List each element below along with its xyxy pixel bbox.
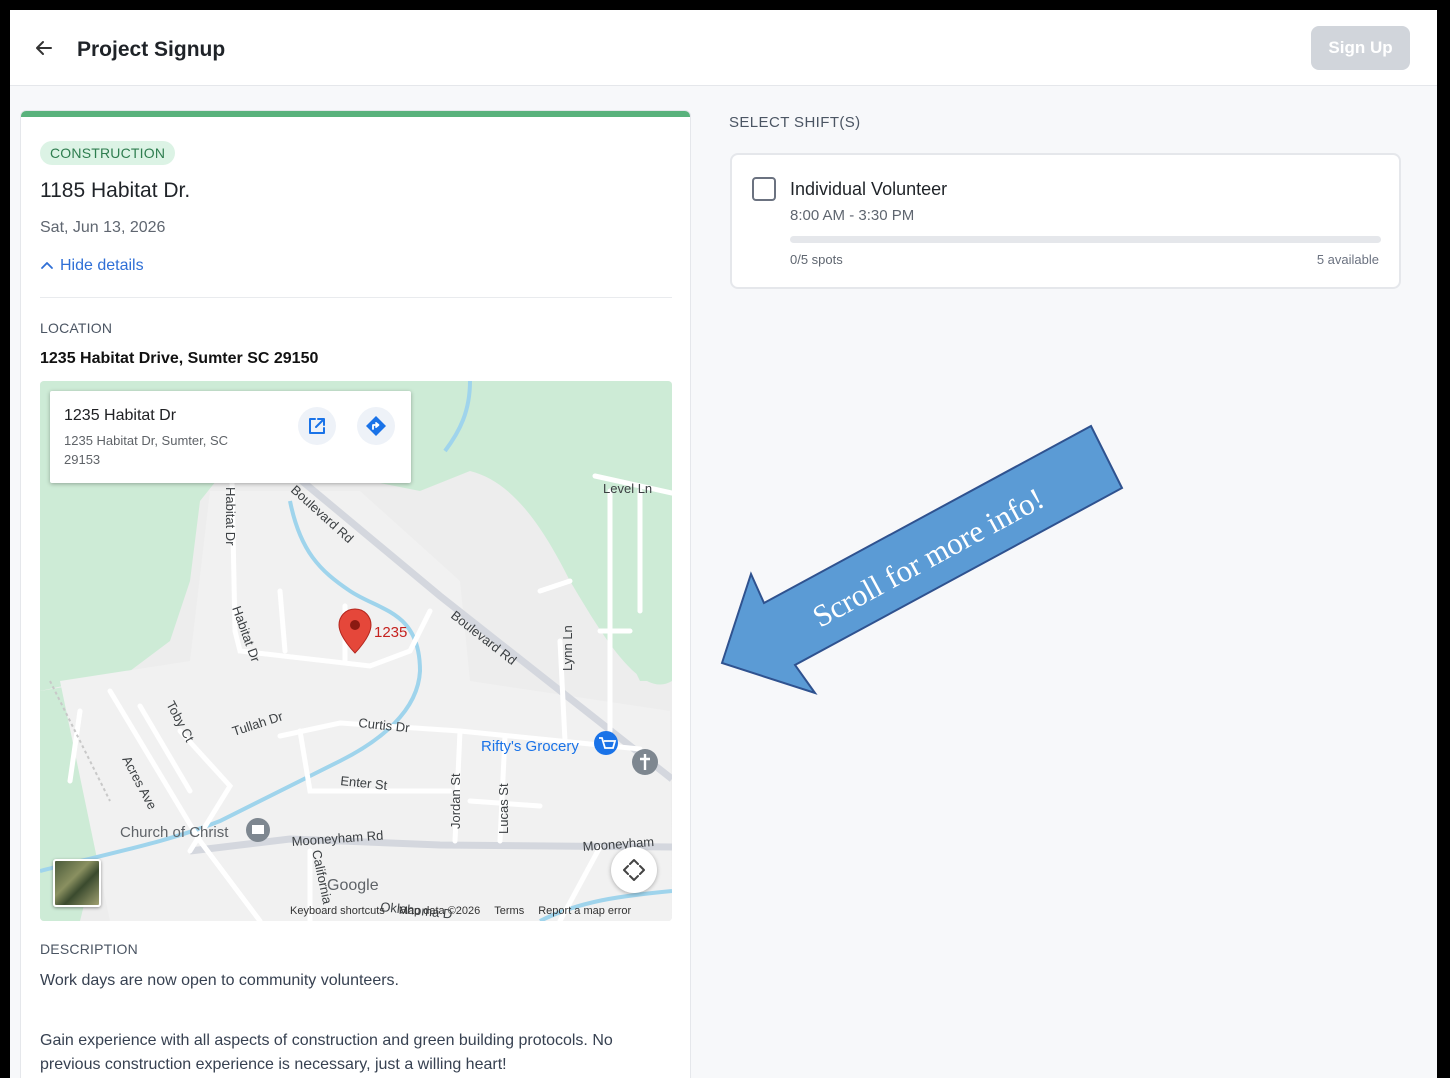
street-label-habitat-1: Habitat Dr	[223, 487, 238, 546]
google-logo: Google	[327, 877, 379, 894]
project-card: CONSTRUCTION 1185 Habitat Dr. Sat, Jun 1…	[20, 110, 691, 1078]
select-shifts-label: SELECT SHIFT(S)	[729, 114, 861, 131]
keyboard-shortcuts-link[interactable]: Keyboard shortcuts	[290, 905, 385, 917]
shift-time: 8:00 AM - 3:30 PM	[790, 207, 915, 224]
category-badge: CONSTRUCTION	[40, 141, 176, 165]
poi-church-label: Church of Christ	[120, 824, 229, 841]
divider	[40, 297, 672, 298]
map-data-text: Map data ©2026	[398, 905, 481, 917]
poi-grocery-label: Rifty's Grocery	[481, 738, 579, 755]
hide-details-link[interactable]: Hide details	[40, 257, 144, 275]
project-date: Sat, Jun 13, 2026	[40, 219, 166, 236]
description-label: DESCRIPTION	[40, 941, 138, 957]
back-button[interactable]	[32, 36, 56, 60]
location-address: 1235 Habitat Drive, Sumter SC 29150	[40, 350, 319, 367]
description-paragraph-1: Work days are now open to community volu…	[40, 972, 399, 989]
location-label: LOCATION	[40, 320, 113, 336]
satellite-toggle[interactable]	[53, 859, 101, 907]
shift-checkbox[interactable]	[752, 177, 776, 201]
shift-available: 5 available	[1316, 252, 1379, 267]
arrow-left-icon	[36, 41, 52, 55]
external-link-icon	[309, 418, 325, 434]
sign-up-button[interactable]: Sign Up	[1311, 26, 1410, 70]
map-attribution: Keyboard shortcuts Map data ©2026 Terms …	[290, 905, 631, 917]
poi-place-of-worship[interactable]	[632, 749, 658, 775]
shift-card[interactable]: Individual Volunteer 8:00 AM - 3:30 PM 0…	[730, 153, 1401, 289]
chevron-up-icon	[41, 262, 53, 269]
shift-name: Individual Volunteer	[790, 179, 948, 199]
street-label-jordan: Jordan St	[448, 773, 463, 829]
page-title: Project Signup	[77, 38, 226, 61]
map-info-popup: 1235 Habitat Dr 1235 Habitat Dr, Sumter,…	[50, 391, 411, 483]
hide-details-label: Hide details	[60, 257, 144, 274]
terms-link[interactable]: Terms	[494, 905, 524, 917]
top-bar: Project Signup Sign Up	[10, 10, 1437, 86]
pan-arrows-icon	[623, 859, 645, 881]
description-paragraph-2: Gain experience with all aspects of cons…	[40, 1032, 613, 1073]
map-camera-control[interactable]	[611, 847, 657, 893]
popup-address: 1235 Habitat Dr, Sumter, SC 29153	[64, 433, 229, 467]
directions-icon	[366, 416, 386, 436]
directions-button[interactable]	[357, 407, 395, 445]
location-map[interactable]: Boulevard Rd Boulevard Rd Habitat Dr Hab…	[40, 381, 672, 921]
shift-spots: 0/5 spots	[790, 252, 843, 267]
marker-label: 1235	[374, 624, 407, 641]
card-accent-bar	[21, 111, 690, 117]
street-label-level: Level Ln	[603, 481, 652, 496]
project-name: 1185 Habitat Dr.	[40, 179, 191, 202]
street-label-lucas: Lucas St	[496, 783, 511, 834]
street-label-lynn: Lynn Ln	[560, 625, 575, 671]
report-error-link[interactable]: Report a map error	[538, 905, 631, 917]
shift-capacity-bar	[790, 236, 1381, 243]
app-window: Project Signup Sign Up CONSTRUCTION 1185…	[10, 10, 1437, 1078]
open-in-maps-button[interactable]	[298, 407, 336, 445]
popup-title: 1235 Habitat Dr	[64, 407, 177, 424]
